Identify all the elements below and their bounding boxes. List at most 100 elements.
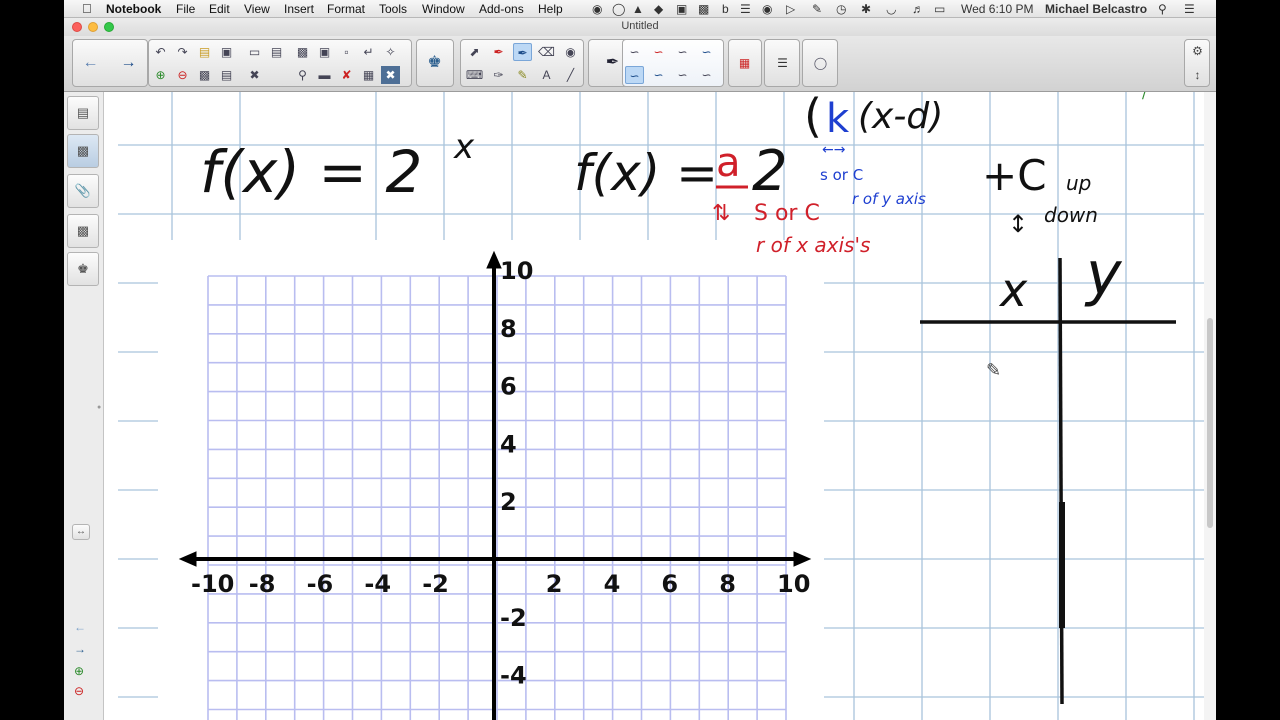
table-of-values[interactable]: x y ✎ [920,239,1176,705]
menu-file[interactable]: File [176,2,195,16]
magic-pen-icon[interactable]: ✎ [513,66,532,84]
back-arrow-icon[interactable]: ← [81,54,100,72]
scrollbar-thumb[interactable] [1207,318,1213,528]
camera-icon[interactable]: ◉ [762,2,772,16]
line-icon[interactable]: ╱ [561,66,580,84]
user-name[interactable]: Michael Belcastro [1045,2,1147,16]
document-camera-icon[interactable]: ▩ [293,43,312,61]
battery-icon[interactable]: ▭ [934,2,945,16]
apple-menu-icon[interactable]:  [82,1,92,16]
previous-page-icon[interactable]: ← [74,620,86,634]
gear-icon[interactable]: ⚙ [1188,42,1207,60]
clock[interactable]: Wed 6:10 PM [961,2,1033,16]
menu-help[interactable]: Help [538,2,563,16]
shape-icon[interactable]: ◉ [561,43,580,61]
screen-shade-icon[interactable]: ▭ [245,43,264,61]
creative-pen-icon[interactable]: ✑ [489,66,508,84]
menu-view[interactable]: View [244,2,270,16]
pen-tray-icon[interactable]: ✎ [812,2,822,16]
add-page-icon[interactable]: ⊕ [151,66,170,84]
capture-icon[interactable]: ▩ [698,2,709,16]
app-menu[interactable]: Notebook [106,2,161,16]
line-style-6-icon[interactable]: ∽ [649,66,668,84]
wifi-icon[interactable]: ◡ [886,2,896,16]
status-icon[interactable]: ◉ [592,2,602,16]
notebook-page[interactable]: -10 -8 -6 -4 -2 2 4 6 8 10 10 8 6 4 2 -2 -4 f(x) = 2 x … [104,86,1216,720]
text-icon[interactable]: A [537,66,556,84]
gallery-icon[interactable]: ✧ [381,43,400,61]
redo-icon[interactable]: ↷ [173,43,192,61]
open-folder-icon[interactable]: ▤ [195,43,214,61]
menu-add-ons[interactable]: Add-ons [479,2,524,16]
equation-transformed[interactable]: f(x) = a 2 ( k (x-d) / [574,86,1147,204]
attachments-tab[interactable]: 📎 [67,174,99,208]
highlighter-icon[interactable]: ⌨ [465,66,484,84]
vertical-scrollbar[interactable] [1204,92,1216,720]
pen-icon[interactable]: ✒ [489,43,508,61]
drive-icon[interactable]: ▲ [632,2,644,16]
search-icon[interactable]: ⚲ [1158,2,1167,16]
line-properties-icon[interactable]: ☰ [773,54,792,72]
bluetooth-icon[interactable]: ✱ [861,2,871,16]
menu-tools[interactable]: Tools [379,2,407,16]
menu-insert[interactable]: Insert [284,2,314,16]
menu-edit[interactable]: Edit [209,2,230,16]
save-icon[interactable]: ▩ [195,66,214,84]
volume-icon[interactable]: ▷ [786,2,795,16]
line-style-4-icon[interactable]: ∽ [697,43,716,61]
line-style-7-icon[interactable]: ∽ [673,66,692,84]
speaker-icon[interactable]: ♬ [912,2,924,16]
clear-icon[interactable]: ✖ [245,66,264,84]
line-style-1-icon[interactable]: ∽ [625,43,644,61]
gallery-tab[interactable]: ▩ [67,134,99,168]
undo-icon[interactable]: ↶ [151,43,170,61]
pen-type-icon[interactable]: ✒ [603,54,622,72]
capture-icon[interactable]: ▣ [315,43,334,61]
measure-icon[interactable]: ▬ [315,66,334,84]
add-ons-tab[interactable]: ♚ [67,252,99,286]
color-palette-icon[interactable]: ▦ [735,54,754,72]
delete-icon[interactable]: ✘ [337,66,356,84]
graph-paper-image[interactable]: -10 -8 -6 -4 -2 2 4 6 8 10 10 8 6 4 2 -2 -4 [158,240,824,720]
toolbar-position-icon[interactable]: ↕ [1188,66,1207,84]
next-page-icon[interactable]: → [74,642,86,656]
dropbox-icon[interactable]: ◆ [654,2,663,16]
full-screen-icon[interactable]: ✖ [381,66,400,84]
line-style-3-icon[interactable]: ∽ [673,43,692,61]
crop-icon[interactable]: ↵ [359,43,378,61]
insert-table-icon[interactable]: ▦ [359,66,378,84]
menu-format[interactable]: Format [327,2,365,16]
pen-active-icon[interactable]: ✒ [513,43,532,61]
fill-effects-icon[interactable]: ◯ [811,54,830,72]
line-style-5-icon[interactable]: ∽ [625,66,644,84]
line-style-2-icon[interactable]: ∽ [649,43,668,61]
equation-basic[interactable]: f(x) = 2 x [200,127,475,206]
stack-icon[interactable]: ☰ [740,2,751,16]
window-icon[interactable]: ▣ [676,2,687,16]
a-note: S or C [754,201,820,226]
auto-hide-button[interactable]: ↔ [72,524,90,540]
notification-center-icon[interactable]: ☰ [1184,2,1195,16]
time-machine-icon[interactable]: ◷ [836,2,846,16]
print-icon[interactable]: ▤ [217,66,236,84]
copy-icon[interactable]: ▫ [337,43,356,61]
insert-page-icon[interactable]: ▤ [267,43,286,61]
properties-tab[interactable]: ▩ [67,214,99,248]
add-page-small-icon[interactable]: ⊕ [74,664,84,678]
line-style-8-icon[interactable]: ∽ [697,66,716,84]
paste-icon[interactable]: ▣ [217,43,236,61]
menu-window[interactable]: Window [422,2,465,16]
sync-icon[interactable]: ◯ [612,2,625,16]
zoom-icon[interactable]: ⚲ [293,66,312,84]
add-ons-icon[interactable]: ♚ [425,54,444,72]
c-annotation[interactable]: +C up ↕ down [982,151,1098,238]
forward-arrow-icon[interactable]: → [119,54,138,72]
select-icon[interactable]: ⬈ [465,43,484,61]
b-icon[interactable]: b [722,2,729,16]
delete-page-small-icon[interactable]: ⊖ [74,684,84,698]
page-sorter-tab[interactable]: ▤ [67,96,99,130]
smart-notebook-window:  Notebook File Edit View Insert Format … [64,0,1216,720]
eraser-icon[interactable]: ⌫ [537,43,556,61]
k-annotation[interactable]: ←→ s or C r of y axis [820,142,926,208]
delete-page-icon[interactable]: ⊖ [173,66,192,84]
